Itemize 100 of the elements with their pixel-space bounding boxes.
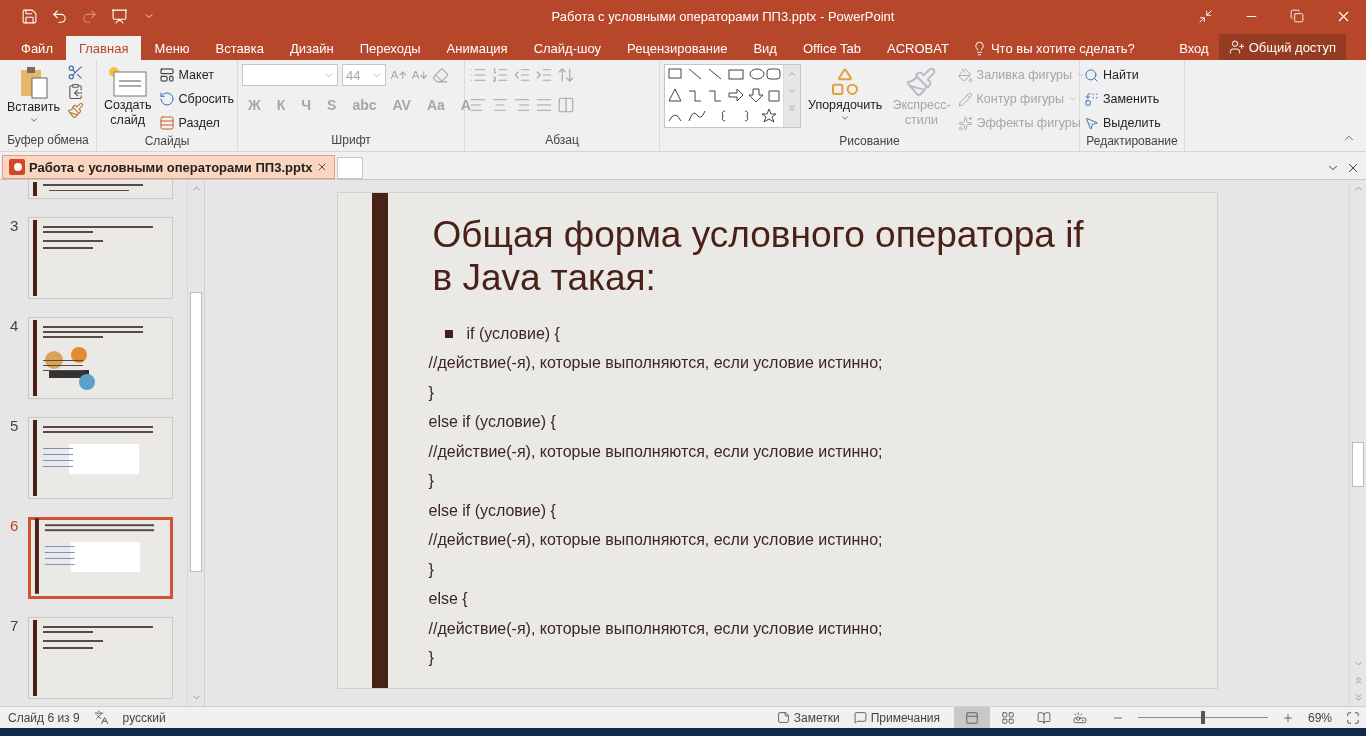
slide-scrollbar[interactable] [1349,180,1366,706]
ribbon-tab[interactable]: Главная [65,36,142,60]
user-plus-icon [1228,39,1245,55]
ribbon-tab[interactable]: Вставка [202,36,277,60]
ribbon-display-icon[interactable] [1197,8,1213,24]
font-name-field[interactable] [242,64,338,86]
paste-button[interactable]: Вставить [4,64,63,133]
pointer-icon [1084,115,1099,131]
zoom-level[interactable]: 69% [1307,710,1332,725]
reset-button[interactable]: Сбросить [158,88,235,110]
bullet-icon [444,329,453,338]
arrange-button[interactable]: Упорядочить [805,64,886,134]
sparkles-icon [957,115,973,131]
code-line: else { [428,590,468,609]
code-line: } [428,472,434,491]
layout-button[interactable]: Макет [158,64,235,86]
group-label: Слайды [143,134,191,150]
spelling-icon[interactable] [93,710,109,725]
slideshow-icon[interactable] [110,7,128,25]
slide-number: 6 [10,517,20,536]
ribbon-tab[interactable]: Анимация [433,36,521,60]
show-view-icon [1072,710,1087,725]
ribbon-tab[interactable]: Вид [740,36,790,60]
shapes-gallery[interactable] [664,64,801,128]
ribbon-tab[interactable]: Рецензирование [614,36,741,60]
code-line: if (условие) { [466,324,560,343]
scrollbar-thumb[interactable] [1352,442,1364,487]
redo-icon[interactable] [80,7,98,25]
scissors-icon[interactable] [67,64,84,81]
window-title: Работа с условными операторами ПП3.pptx - PowerPoint [550,8,896,24]
code-line: //действие(-я), которые выполняются, если условие истинно; [428,531,883,550]
new-tab-button[interactable] [337,157,364,179]
paint-bucket-icon [957,67,973,83]
increase-indent-icon[interactable] [535,66,553,84]
ribbon-tab[interactable]: Office Tab [789,36,875,60]
document-tab[interactable]: Работа с условными операторами ПП3.pptx [2,155,336,179]
group-label: Редактирование [1085,134,1179,150]
save-icon[interactable] [20,7,38,25]
align-center-icon[interactable] [491,96,509,114]
paintbrush-icon[interactable] [67,102,84,119]
pencil-icon [957,91,973,107]
group-label: Рисование [838,134,901,150]
reset-icon [158,91,175,107]
caret-icon [28,115,39,125]
justify-icon[interactable] [535,96,553,114]
decrease-indent-icon[interactable] [513,66,531,84]
new-slide-icon [107,66,148,98]
group-label: Буфер обмена [6,133,90,149]
paintbrush-icon [905,66,938,98]
close-icon[interactable] [1346,161,1360,175]
align-left-icon[interactable] [469,96,487,114]
ribbon-tab[interactable]: Дизайн [276,36,347,60]
fit-to-window-icon[interactable] [1346,710,1360,725]
new-slide-button[interactable]: Создать слайд [101,64,155,134]
note-icon [776,711,790,724]
columns-icon[interactable] [557,96,575,114]
rows-icon [158,115,175,131]
scrollbar-thumb[interactable] [190,292,202,572]
restore-icon[interactable] [1290,9,1304,23]
language-label[interactable]: русский [122,710,166,725]
group-label: Шрифт [330,133,372,149]
comments-button[interactable]: Примечания [853,710,940,725]
code-line: } [428,649,434,668]
line-spacing-icon[interactable] [557,66,575,84]
zoom-thumb[interactable] [1200,711,1205,724]
caret-icon [840,113,851,123]
numbering-icon[interactable] [491,66,509,84]
eraser-icon[interactable] [432,66,449,84]
view-button[interactable] [953,707,990,728]
search-icon [1084,67,1099,83]
group-label: Абзац [544,133,580,149]
zoom-in-icon[interactable] [1281,711,1294,724]
slide-number: 7 [10,617,20,636]
slide-number: 5 [10,417,20,436]
undo-icon[interactable] [50,7,68,25]
sign-in-link[interactable]: Вход [1169,36,1219,60]
ribbon-tab[interactable]: Слайд-шоу [520,36,615,60]
slide-thumbnail[interactable] [28,180,173,199]
ribbon-tab[interactable]: Файл [8,36,66,60]
tell-me-search[interactable]: Что вы хотите сделать? [961,36,1145,60]
clipboard-icon [18,66,49,100]
align-right-icon[interactable] [513,96,531,114]
code-line: else if (условие) { [428,413,556,432]
ribbon-tab[interactable]: Переходы [346,36,434,60]
thumbnail-scrollbar[interactable] [187,180,204,706]
comment-icon [853,711,867,724]
notes-button[interactable]: Заметки [776,710,840,725]
ribbon-tab[interactable]: ACROBAT [874,36,962,60]
powerpoint-icon [9,159,25,175]
share-button[interactable]: Общий доступ [1218,34,1346,60]
section-button[interactable]: Раздел [158,112,235,134]
more-icon[interactable] [787,102,797,113]
ribbon-tab[interactable]: Меню [141,36,203,60]
code-line: //действие(-я), которые выполняются, если условие истинно; [428,354,883,373]
code-line: else if (условие) { [428,501,556,520]
copy-icon[interactable] [67,83,84,100]
slide-number: 4 [10,317,20,336]
sorter-view-icon [1000,710,1015,725]
slide-number: 3 [10,217,20,236]
layout-icon [158,67,175,83]
